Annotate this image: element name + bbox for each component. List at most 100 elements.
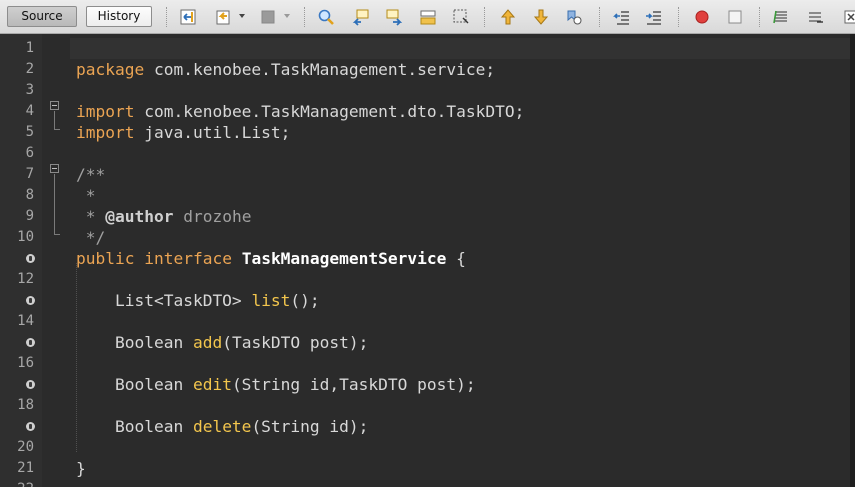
uncomment-icon[interactable]	[806, 8, 824, 26]
code-token: Boolean	[76, 375, 193, 394]
tab-history[interactable]: History	[86, 6, 152, 27]
implement-marker-icon[interactable]	[26, 380, 35, 389]
toggle-rect-select-icon[interactable]	[452, 8, 470, 26]
code-editor[interactable]: 1 2 package com.kenobee.TaskManagement.ser…	[0, 34, 855, 487]
tab-source[interactable]: Source	[7, 6, 77, 27]
code-line[interactable]: 21}	[0, 458, 855, 479]
code-token: (String id,TaskDTO post);	[231, 375, 476, 394]
find-previous-icon[interactable]	[352, 8, 370, 26]
line-number: 1	[25, 40, 34, 56]
code-token: *	[76, 186, 96, 205]
code-text: */	[76, 227, 106, 248]
line-number: 2	[25, 61, 34, 77]
back-dropdown-icon[interactable]	[239, 14, 245, 18]
toolbar-separator	[304, 7, 306, 27]
comment-icon[interactable]	[772, 8, 790, 26]
shift-left-icon[interactable]	[613, 8, 631, 26]
close-icon[interactable]	[843, 8, 855, 26]
toolbar-separator	[166, 7, 168, 27]
code-token: com.kenobee.TaskManagement.service;	[144, 60, 496, 79]
start-macro-icon[interactable]	[693, 8, 711, 26]
code-line[interactable]: 10 */	[0, 227, 855, 248]
line-number: 10	[17, 229, 34, 245]
code-token: List<TaskDTO>	[76, 291, 252, 310]
forward-icon[interactable]	[259, 8, 277, 26]
code-text: package com.kenobee.TaskManagement.servi…	[76, 59, 495, 80]
toggle-highlight-icon[interactable]	[419, 8, 437, 26]
code-text: List<TaskDTO> list();	[76, 290, 320, 311]
code-line[interactable]: 2 package com.kenobee.TaskManagement.serv…	[0, 59, 855, 80]
editor-toolbar: Source History	[0, 0, 855, 34]
code-line[interactable]: 16	[0, 353, 855, 374]
code-text: Boolean edit(String id,TaskDTO post);	[76, 374, 476, 395]
implement-marker-icon[interactable]	[26, 296, 35, 305]
code-line[interactable]: 3	[0, 80, 855, 101]
line-number: 22	[0, 479, 34, 487]
code-token: *	[76, 207, 106, 226]
code-line[interactable]: List<TaskDTO> list();	[0, 290, 855, 311]
last-edit-icon[interactable]	[179, 8, 197, 26]
toolbar-separator	[484, 7, 486, 27]
code-line[interactable]: 7 /**	[0, 164, 855, 185]
line-number: 9	[25, 208, 34, 224]
code-line[interactable]: 8 *	[0, 185, 855, 206]
line-number: 18	[17, 397, 34, 413]
code-line[interactable]: Boolean delete(String id);	[0, 416, 855, 437]
back-icon[interactable]	[215, 8, 233, 26]
code-line[interactable]: Boolean edit(String id,TaskDTO post);	[0, 374, 855, 395]
line-number: 4	[25, 103, 34, 119]
code-token: TaskManagementService	[241, 249, 447, 268]
code-line[interactable]: 4 import com.kenobee.TaskManagement.dto.T…	[0, 101, 855, 122]
code-text: }	[76, 458, 86, 479]
shift-right-icon[interactable]	[645, 8, 663, 26]
line-number: 6	[25, 145, 34, 161]
code-text: /**	[76, 164, 105, 185]
code-token: ();	[290, 291, 320, 310]
code-line[interactable]: 9 * @author drozohe	[0, 206, 855, 227]
find-icon[interactable]	[317, 8, 335, 26]
code-line[interactable]: 14	[0, 311, 855, 332]
toolbar-separator	[678, 7, 680, 27]
implement-marker-icon[interactable]	[26, 254, 35, 263]
code-token: Boolean	[76, 417, 193, 436]
code-token: add	[192, 333, 223, 352]
code-text: public interface TaskManagementService {	[76, 248, 466, 269]
line-number: 12	[17, 271, 34, 287]
line-number: 20	[17, 439, 34, 455]
code-line[interactable]: 12	[0, 269, 855, 290]
line-number: 3	[25, 82, 34, 98]
implement-marker-icon[interactable]	[26, 422, 35, 431]
code-token: package	[76, 60, 145, 79]
implement-marker-icon[interactable]	[26, 338, 35, 347]
code-token: */	[76, 228, 106, 247]
code-token: {	[446, 249, 466, 268]
code-token: com.kenobee.TaskManagement.dto.TaskDTO;	[134, 102, 525, 121]
code-token: list	[251, 291, 291, 310]
toolbar-separator	[759, 7, 761, 27]
next-bookmark-icon[interactable]	[532, 8, 550, 26]
code-token: import	[76, 102, 135, 121]
code-line[interactable]: 5 import java.util.List;	[0, 122, 855, 143]
code-line[interactable]: 22	[0, 479, 855, 487]
code-line[interactable]: 20	[0, 437, 855, 458]
code-token: import	[76, 123, 135, 142]
previous-bookmark-icon[interactable]	[499, 8, 517, 26]
code-line[interactable]: Boolean add(TaskDTO post);	[0, 332, 855, 353]
stop-macro-icon[interactable]	[726, 8, 744, 26]
editor-window: Source History 1 2 package com.kenobee.T…	[0, 0, 855, 487]
line-number: 16	[17, 355, 34, 371]
code-line[interactable]: 1	[0, 38, 855, 59]
toggle-bookmark-icon[interactable]	[565, 8, 583, 26]
code-token: @author	[105, 207, 174, 226]
code-text: * @author drozohe	[76, 206, 252, 227]
code-line[interactable]: 18	[0, 395, 855, 416]
code-token: }	[76, 459, 86, 478]
code-text: import com.kenobee.TaskManagement.dto.Ta…	[76, 101, 524, 122]
code-text: Boolean delete(String id);	[76, 416, 368, 437]
find-next-icon[interactable]	[385, 8, 403, 26]
code-line[interactable]: 6	[0, 143, 855, 164]
code-line[interactable]: public interface TaskManagementService {	[0, 248, 855, 269]
forward-dropdown-icon[interactable]	[284, 14, 290, 18]
